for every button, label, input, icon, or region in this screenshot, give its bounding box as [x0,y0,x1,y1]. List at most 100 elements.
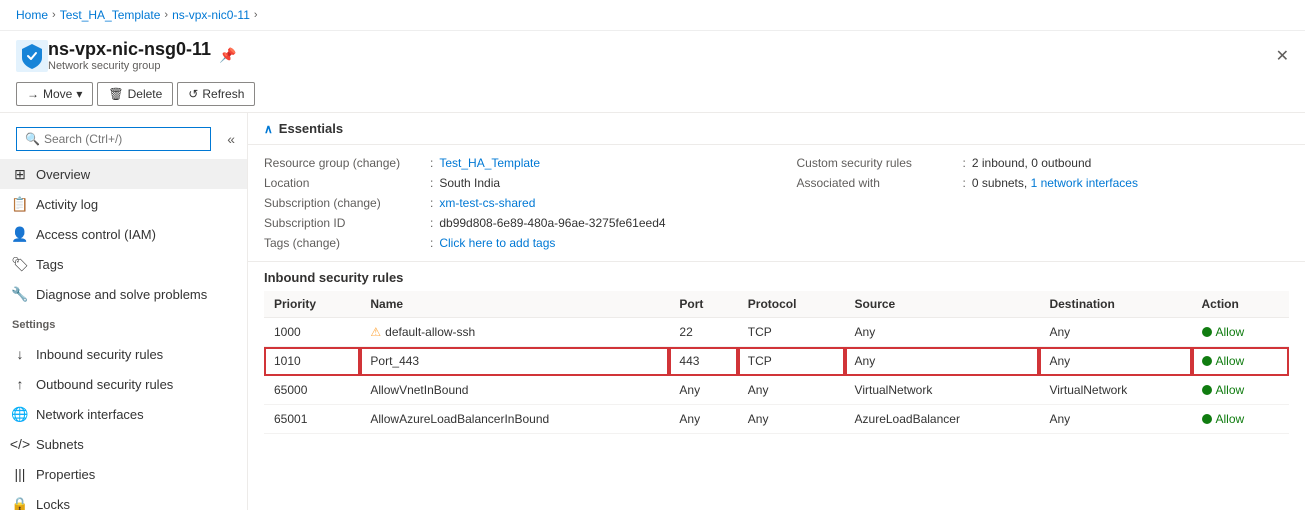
sidebar-item-outbound-rules[interactable]: ↑ Outbound security rules [0,369,247,399]
cell-port: Any [669,405,737,434]
resource-title: ns-vpx-nic-nsg0-11 [48,39,211,60]
sidebar: 🔍 « ⊞ Overview 📋 Activity log 👤 Access c… [0,113,248,510]
search-input[interactable] [44,132,202,146]
cell-name: ⚠default-allow-ssh [360,318,669,347]
content-area: ∧ Essentials Resource group (change) : T… [248,113,1305,510]
cell-action: Allow [1192,347,1290,376]
sidebar-item-activity-log[interactable]: 📋 Activity log [0,189,247,219]
essentials-row-associated: Associated with : 0 subnets, 1 network i… [797,173,1290,193]
cell-priority: 65000 [264,376,360,405]
cell-destination: Any [1039,318,1191,347]
allow-dot-icon [1202,356,1212,366]
essentials-chevron-icon: ∧ [264,122,273,136]
col-priority: Priority [264,291,360,318]
network-interfaces-icon: 🌐 [12,406,28,422]
table-row[interactable]: 65000 AllowVnetInBound Any Any VirtualNe… [264,376,1289,405]
sidebar-item-access-control[interactable]: 👤 Access control (IAM) [0,219,247,249]
activity-log-icon: 📋 [12,196,28,212]
cell-source: AzureLoadBalancer [845,405,1040,434]
cell-port: 443 [669,347,737,376]
nsg-icon [16,40,48,72]
outbound-rules-icon: ↑ [12,376,28,392]
allow-dot-icon [1202,414,1212,424]
essentials-grid: Resource group (change) : Test_HA_Templa… [248,145,1305,262]
cell-source: VirtualNetwork [845,376,1040,405]
sidebar-item-subnets[interactable]: </> Subnets [0,429,247,459]
col-action: Action [1192,291,1290,318]
cell-source: Any [845,318,1040,347]
table-header-row: Priority Name Port Protocol Source Desti… [264,291,1289,318]
access-control-icon: 👤 [12,226,28,242]
breadcrumb-template[interactable]: Test_HA_Template [60,8,161,22]
inbound-rules-icon: ↓ [12,346,28,362]
allow-dot-icon [1202,385,1212,395]
col-destination: Destination [1039,291,1191,318]
inbound-rules-title: Inbound security rules [264,270,1289,285]
essentials-row-tags: Tags (change) : Click here to add tags [264,233,757,253]
essentials-row-custom-rules: Custom security rules : 2 inbound, 0 out… [797,153,1290,173]
subscription-link[interactable]: xm-test-cs-shared [439,196,535,210]
sidebar-item-locks[interactable]: 🔒 Locks [0,489,247,510]
overview-icon: ⊞ [12,166,28,182]
move-button[interactable]: → Move ▾ [16,82,93,106]
breadcrumb-home[interactable]: Home [16,8,48,22]
sidebar-item-network-interfaces[interactable]: 🌐 Network interfaces [0,399,247,429]
cell-source: Any [845,347,1040,376]
delete-button[interactable]: 🗑 Delete [97,82,173,106]
col-name: Name [360,291,669,318]
cell-priority: 65001 [264,405,360,434]
sidebar-item-overview[interactable]: ⊞ Overview [0,159,247,189]
refresh-button[interactable]: ↺ Refresh [177,82,255,106]
allow-badge: Allow [1202,325,1280,339]
toolbar: → Move ▾ 🗑 Delete ↺ Refresh [0,76,1305,113]
main-layout: 🔍 « ⊞ Overview 📋 Activity log 👤 Access c… [0,113,1305,510]
table-row[interactable]: 1000 ⚠default-allow-ssh 22 TCP Any Any A… [264,318,1289,347]
cell-port: Any [669,376,737,405]
essentials-row-rg: Resource group (change) : Test_HA_Templa… [264,153,757,173]
col-source: Source [845,291,1040,318]
warning-icon: ⚠ [370,325,381,339]
pin-icon[interactable]: 📌 [219,47,236,64]
essentials-header[interactable]: ∧ Essentials [248,113,1305,145]
sidebar-item-properties[interactable]: ||| Properties [0,459,247,489]
search-box: 🔍 [16,127,211,151]
essentials-right: Custom security rules : 2 inbound, 0 out… [797,153,1290,253]
cell-name: Port_443 [360,347,669,376]
allow-badge: Allow [1202,354,1280,368]
essentials-row-subscription: Subscription (change) : xm-test-cs-share… [264,193,757,213]
col-protocol: Protocol [738,291,845,318]
cell-port: 22 [669,318,737,347]
inbound-rules-table: Priority Name Port Protocol Source Desti… [264,291,1289,434]
collapse-sidebar-button[interactable]: « [223,127,239,151]
cell-name: AllowAzureLoadBalancerInBound [360,405,669,434]
resource-group-link[interactable]: Test_HA_Template [439,156,540,170]
refresh-icon: ↺ [188,87,198,101]
delete-icon: 🗑 [108,87,123,101]
cell-destination: Any [1039,405,1191,434]
inbound-rules-section: Inbound security rules Priority Name Por… [248,262,1305,442]
close-button[interactable]: ✕ [1276,46,1289,66]
allow-dot-icon [1202,327,1212,337]
properties-icon: ||| [12,466,28,482]
table-row[interactable]: 1010 Port_443 443 TCP Any Any Allow [264,347,1289,376]
table-row[interactable]: 65001 AllowAzureLoadBalancerInBound Any … [264,405,1289,434]
resource-header: ns-vpx-nic-nsg0-11 Network security grou… [0,31,1305,76]
breadcrumb-nic[interactable]: ns-vpx-nic0-11 [172,8,250,22]
search-icon: 🔍 [25,132,40,146]
cell-priority: 1000 [264,318,360,347]
sidebar-item-inbound-rules[interactable]: ↓ Inbound security rules [0,339,247,369]
col-port: Port [669,291,737,318]
essentials-row-sub-id: Subscription ID : db99d808-6e89-480a-96a… [264,213,757,233]
sidebar-item-diagnose[interactable]: 🔧 Diagnose and solve problems [0,279,247,309]
cell-protocol: Any [738,376,845,405]
add-tags-link[interactable]: Click here to add tags [439,236,555,250]
cell-protocol: Any [738,405,845,434]
sidebar-item-tags[interactable]: 🏷 Tags [0,249,247,279]
cell-protocol: TCP [738,318,845,347]
essentials-row-location: Location : South India [264,173,757,193]
network-interfaces-link[interactable]: 1 network interfaces [1031,176,1138,190]
cell-destination: Any [1039,347,1191,376]
cell-action: Allow [1192,318,1290,347]
move-chevron-icon: ▾ [76,87,82,101]
resource-subtitle: Network security group [48,60,211,72]
